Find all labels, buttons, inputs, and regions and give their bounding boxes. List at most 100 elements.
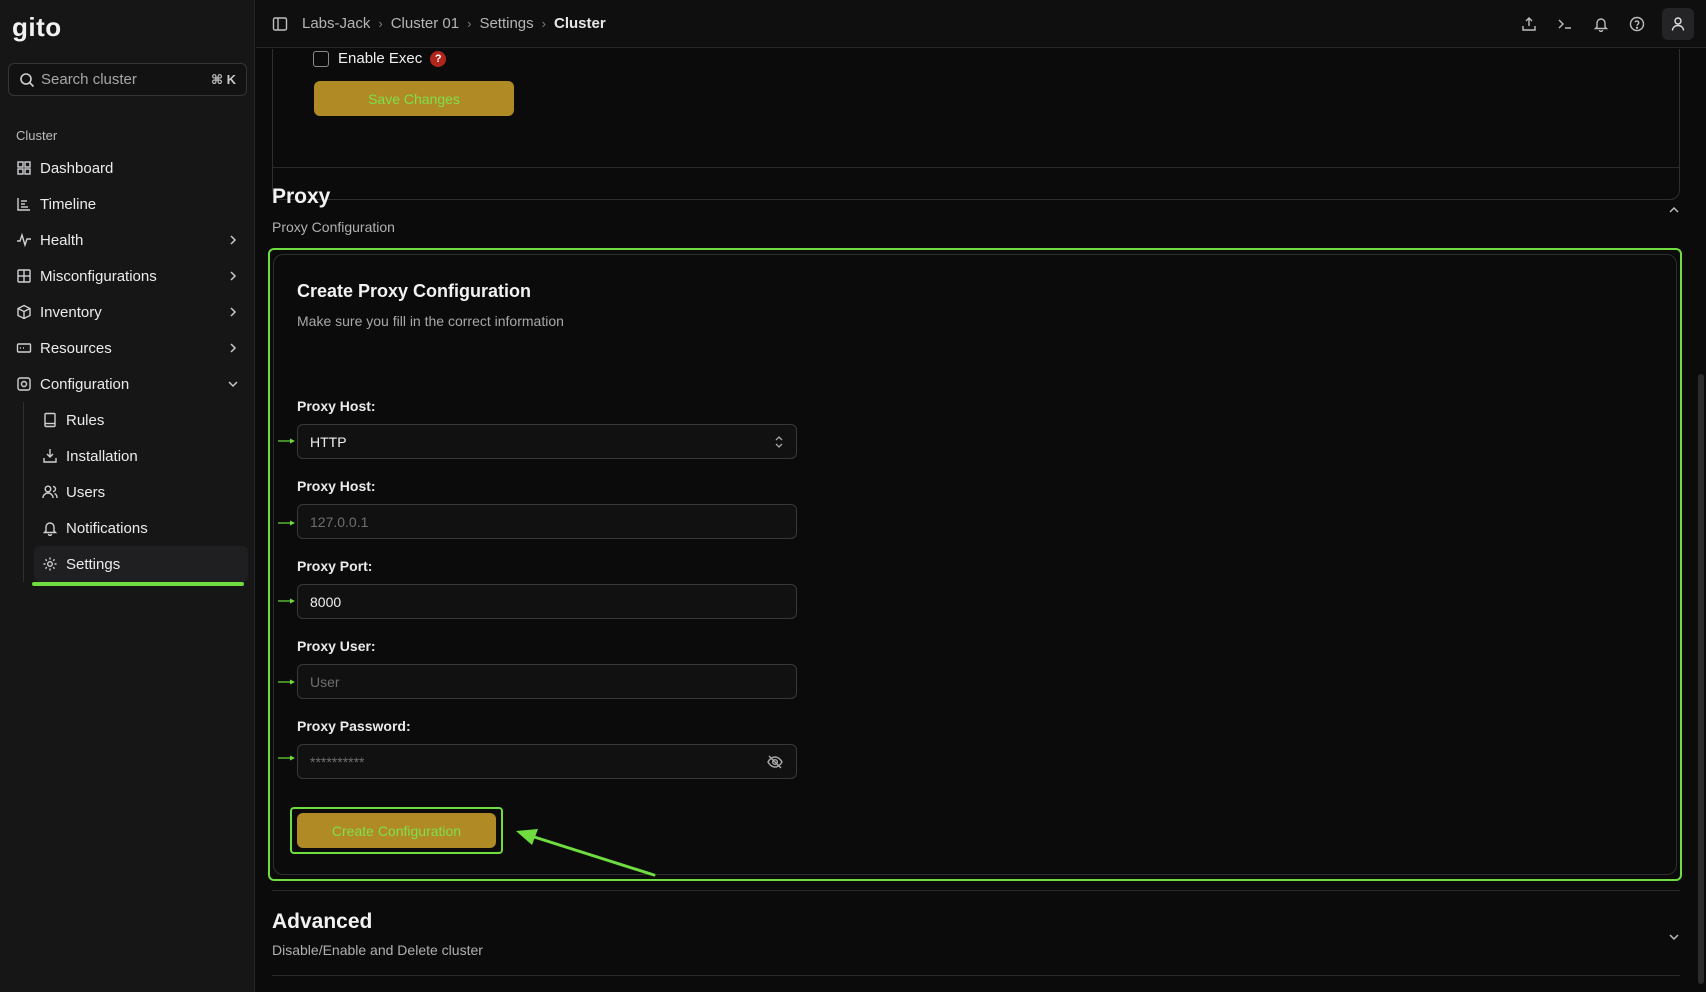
proxy-host-label: Proxy Host: [297,478,376,494]
proxy-host-input[interactable]: 127.0.0.1 [297,504,797,539]
proxy-port-label: Proxy Port: [297,558,373,574]
proxy-password-label: Proxy Password: [297,718,411,734]
arrow-marker-icon [278,598,295,604]
proxy-user-placeholder: User [310,673,340,690]
enable-exec-label: Enable Exec [338,50,423,67]
proxy-user-label: Proxy User: [297,638,376,654]
proxy-password-input[interactable]: ********** [297,744,797,779]
resources-icon [16,343,32,353]
sidebar-item-dashboard[interactable]: Dashboard [8,150,247,186]
misconfig-icon [17,269,31,283]
sidebar-toggle-icon[interactable] [272,16,288,32]
chevron-down-icon[interactable] [1668,931,1680,943]
arrow-marker-icon [278,438,295,444]
sidebar-item-misconfigurations[interactable]: Misconfigurations [8,258,247,294]
sidebar-item-installation[interactable]: Installation [34,438,248,474]
select-arrows-icon [775,435,783,448]
terminal-icon[interactable] [1554,13,1576,35]
app-logo[interactable]: gito [12,12,62,43]
arrow-marker-icon [278,520,295,526]
install-icon [43,449,57,463]
eye-off-icon[interactable] [766,753,784,771]
chevron-right-icon [230,271,237,281]
sidebar-section-label: Cluster [16,128,58,143]
main-scrollbar[interactable] [1696,49,1706,992]
section-divider [272,167,1680,168]
proxy-port-value: 8000 [310,593,342,610]
chevron-right-icon [230,235,237,245]
user-icon [1671,17,1685,31]
proxy-host-placeholder: 127.0.0.1 [310,513,369,530]
arrow-marker-icon [278,755,295,761]
configuration-icon [17,377,31,391]
proxy-user-input[interactable]: User [297,664,797,699]
proxy-type-label: Proxy Host: [297,398,376,414]
enable-exec-row: Enable Exec ? [313,50,447,67]
advanced-section-title: Advanced [272,910,373,933]
sidebar-item-users[interactable]: Users [34,474,248,510]
sidebar-item-notifications[interactable]: Notifications [34,510,248,546]
gear-icon [43,557,57,571]
breadcrumb-separator-icon: › [467,16,472,31]
breadcrumb-separator-icon: › [541,16,546,31]
sidebar-item-inventory[interactable]: Inventory [8,294,247,330]
breadcrumb: Labs-Jack › Cluster 01 › Settings › Clus… [302,15,606,32]
top-bar: Labs-Jack › Cluster 01 › Settings › Clus… [256,0,1706,48]
search-shortcut: ⌘ K [210,71,236,87]
sidebar-item-health[interactable]: Health [8,222,247,258]
section-divider [272,890,1680,891]
breadcrumb-separator-icon: › [378,16,383,31]
proxy-form-subtitle: Make sure you fill in the correct inform… [297,313,564,329]
chevron-down-icon [228,381,238,388]
exec-settings-card: Enable Exec ? Save Changes [272,49,1680,200]
proxy-type-select[interactable]: HTTP [297,424,797,459]
sidebar-item-timeline[interactable]: Timeline [8,186,247,222]
sidebar-item-resources[interactable]: Resources [8,330,247,366]
sidebar: gito Search cluster ⌘ K Cluster Dashboar… [0,0,255,992]
users-icon [42,485,58,499]
proxy-password-placeholder: ********** [310,753,365,770]
save-changes-button[interactable]: Save Changes [314,81,514,116]
proxy-type-value: HTTP [310,433,347,450]
breadcrumb-item[interactable]: Cluster 01 [391,15,459,32]
pulse-icon [17,232,31,248]
top-actions [1518,8,1694,40]
scrollbar-thumb[interactable] [1698,374,1704,984]
sidebar-nav: Dashboard Timeline Health Misconfigurati… [8,150,248,586]
bell-icon [42,522,58,536]
section-divider [272,975,1680,976]
enable-exec-checkbox[interactable] [313,50,329,67]
configuration-submenu: Rules Installation Users Notifications S… [23,402,248,586]
search-input[interactable]: Search cluster ⌘ K [8,63,247,96]
create-configuration-button[interactable]: Create Configuration [297,813,496,848]
breadcrumb-item[interactable]: Labs-Jack [302,15,370,32]
grid-icon [17,161,31,175]
main-content: Enable Exec ? Save Changes Proxy Proxy C… [256,49,1706,992]
pointer-arrow-icon [516,829,656,877]
search-placeholder: Search cluster [41,71,137,88]
chevron-right-icon [230,343,237,353]
proxy-form-card [273,254,1677,875]
chevron-right-icon [230,307,237,317]
upload-icon[interactable] [1518,13,1540,35]
proxy-section-subtitle: Proxy Configuration [272,219,395,235]
search-icon [20,72,35,87]
proxy-port-input[interactable]: 8000 [297,584,797,619]
user-avatar[interactable] [1662,8,1694,40]
box-icon [17,304,31,320]
help-icon[interactable] [1626,13,1648,35]
sidebar-item-settings[interactable]: Settings [32,546,248,586]
proxy-section-title: Proxy [272,185,331,208]
bell-icon[interactable] [1590,13,1612,35]
book-icon [44,412,56,428]
breadcrumb-item[interactable]: Settings [479,15,533,32]
breadcrumb-current: Cluster [553,15,606,32]
sidebar-item-rules[interactable]: Rules [34,402,248,438]
chevron-up-icon[interactable] [1668,204,1680,216]
proxy-form-title: Create Proxy Configuration [297,281,532,301]
help-icon[interactable]: ? [430,50,447,67]
advanced-section-subtitle: Disable/Enable and Delete cluster [272,942,483,958]
timeline-icon [17,198,30,211]
arrow-marker-icon [278,679,295,685]
sidebar-item-configuration[interactable]: Configuration [8,366,247,402]
